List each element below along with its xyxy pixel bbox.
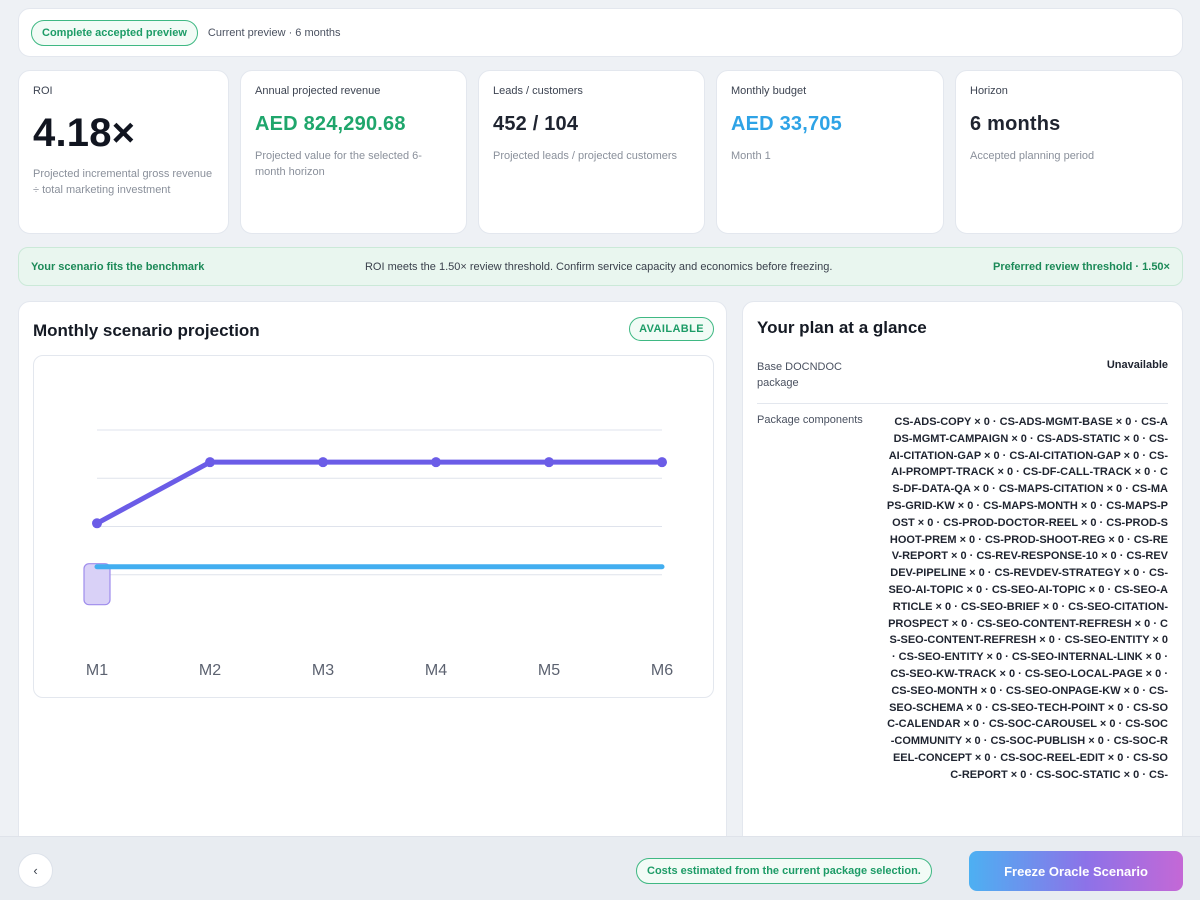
projection-chart-frame: M1 M2 M3 M4 M5 M6 [33,355,714,698]
kpi-label: Monthly budget [731,85,807,97]
footer-bar: ‹ Costs estimated from the current packa… [0,836,1200,900]
kpi-revenue-value: AED 824,290.68 [255,113,406,135]
kpi-desc: Projected value for the selected 6-month… [255,150,422,178]
kpi-label: Annual projected revenue [255,85,381,97]
accepted-preview-badge[interactable]: Complete accepted preview [31,19,198,46]
availability-badge: AVAILABLE [629,317,714,341]
benchmark-message: ROI meets the 1.50× review threshold. Co… [364,260,833,273]
back-button[interactable]: ‹ [18,853,53,888]
kpi-label: Horizon [970,85,1008,97]
kpi-roi-card: ROI 4.18× Projected incremental gross re… [18,70,229,234]
chevron-left-icon: ‹ [33,863,38,878]
benchmark-status: Your scenario fits the benchmark [31,260,205,273]
freeze-scenario-button[interactable]: Freeze Oracle Scenario [969,851,1183,891]
base-package-value: Unavailable [1106,359,1168,371]
base-package-row: Base DOCNDOC package Unavailable [757,359,1168,404]
series-point [431,457,441,468]
kpi-desc: Accepted planning period [970,150,1095,162]
cost-note-badge: Costs estimated from the current package… [636,858,932,884]
series-point [544,457,554,468]
kpi-leads-value: 452 / 104 [493,113,579,135]
x-tick-label: M3 [312,662,334,679]
projection-chart[interactable]: M1 M2 M3 M4 M5 M6 [34,356,715,699]
kpi-leads-card: Leads / customers 452 / 104 Projected le… [478,70,705,234]
kpi-horizon-card: Horizon 6 months Accepted planning perio… [955,70,1183,234]
series-point [92,518,102,529]
projection-panel: Monthly scenario projection AVAILABLE M1… [18,301,727,861]
x-tick-label: M5 [538,662,560,679]
series-point [205,457,215,468]
plan-panel: Your plan at a glance Base DOCNDOC packa… [742,301,1183,861]
projection-title: Monthly scenario projection [33,321,260,340]
kpi-horizon-value: 6 months [970,113,1061,135]
kpi-roi-value: 4.18× [33,111,136,155]
package-components-value: CS-ADS-COPY × 0 · CS-ADS-MGMT-BASE × 0 ·… [886,416,1168,781]
kpi-desc: Projected incremental gross revenue ÷ to… [33,168,213,196]
plan-title: Your plan at a glance [757,318,927,337]
kpi-desc: Projected leads / projected customers [493,150,678,162]
benchmark-threshold: Preferred review threshold · 1.50× [992,260,1170,273]
selected-month-marker [83,563,111,606]
package-components-label: Package components [757,414,863,426]
x-tick-label: M1 [86,662,108,679]
kpi-label: ROI [33,85,53,97]
kpi-budget-card: Monthly budget AED 33,705 Month 1 [716,70,944,234]
kpi-revenue-card: Annual projected revenue AED 824,290.68 … [240,70,467,234]
series-point [318,457,328,468]
x-tick-label: M2 [199,662,221,679]
kpi-desc: Month 1 [731,150,771,162]
series-point [657,457,667,468]
x-tick-label: M4 [425,662,447,679]
kpi-budget-value: AED 33,705 [731,113,842,135]
x-tick-label: M6 [651,662,673,679]
current-preview-label: Current preview · 6 months [207,26,341,39]
benchmark-banner: Your scenario fits the benchmark ROI mee… [18,247,1183,286]
package-components-row: Package components CS-ADS-COPY × 0 · CS-… [757,414,1168,784]
preview-bar: Complete accepted preview Current previe… [18,8,1183,57]
base-package-label: Base DOCNDOC package [757,361,842,389]
series-line [94,459,665,526]
kpi-label: Leads / customers [493,85,583,97]
